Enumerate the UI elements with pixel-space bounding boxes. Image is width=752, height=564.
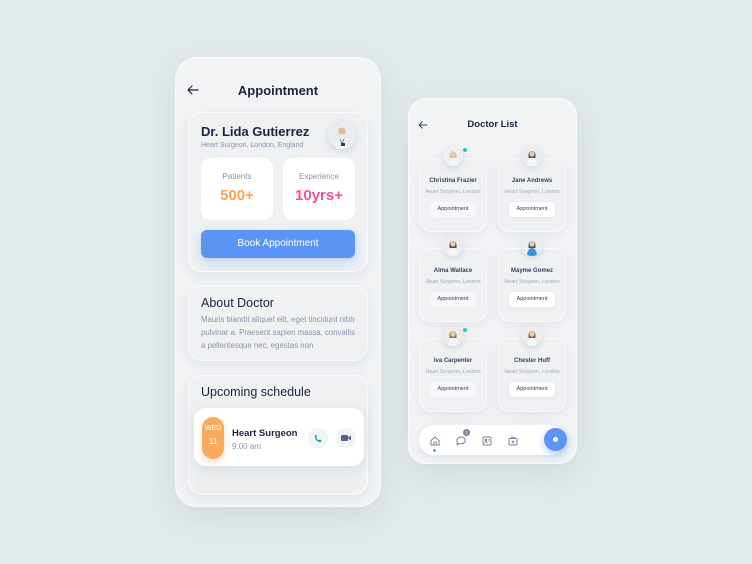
page-title: Doctor List [467, 119, 518, 130]
schedule-time: 9:00 am [232, 442, 261, 451]
doctor-name: Dr. Lida Gutierrez [201, 124, 310, 139]
doctor-subtitle: Heart Surgeon, London [504, 369, 560, 375]
doctor-avatar-icon [443, 236, 463, 256]
doctor-subtitle: Heart Surgeon, London [504, 189, 560, 195]
upcoming-schedule-card: Upcoming schedule WED 11 Heart Surgeon 9… [188, 375, 368, 495]
doctor-avatar-icon [328, 121, 356, 149]
appointment-button[interactable]: Appointment [509, 292, 555, 307]
date-badge: WED 11 [202, 417, 224, 459]
doctor-name: Mayme Gomez [510, 268, 553, 274]
doctor-subtitle: Heart Surgeon, London [504, 279, 560, 285]
doctor-name: Christina Frazier [429, 178, 477, 184]
add-floating-button[interactable] [544, 428, 567, 451]
home-nav-button[interactable] [429, 434, 441, 446]
stat-value: 10yrs+ [295, 187, 343, 204]
doctor-avatar [443, 236, 463, 256]
schedule-name: Heart Surgeon [232, 428, 298, 439]
patients-stat: Patients 500+ [201, 158, 273, 220]
doctor-name: Chester Huff [513, 358, 550, 364]
doctor-avatar-icon [443, 326, 463, 346]
appointment-button[interactable]: Appointment [430, 382, 476, 397]
chat-badge: 2 [463, 429, 470, 436]
contacts-icon [482, 436, 492, 446]
medical-kit-icon [508, 436, 518, 446]
appointment-button[interactable]: Appointment [509, 382, 555, 397]
page-title: Appointment [237, 83, 319, 98]
appointment-button[interactable]: Appointment [509, 202, 555, 217]
doctor-avatar [522, 236, 542, 256]
doctor-avatar [443, 326, 463, 346]
doctor-card[interactable]: Jane Andrews Heart Surgeon, London Appoint… [498, 146, 566, 232]
schedule-item[interactable]: WED 11 Heart Surgeon 9:00 am [194, 408, 364, 466]
book-appointment-button[interactable]: Book Appointment [201, 230, 355, 258]
doctor-card[interactable]: Christina Frazier Heart Surgeon, London Ap… [419, 146, 487, 232]
appointment-button[interactable]: Appointment [430, 202, 476, 217]
appointment-screen: Appointment Dr. Lida Gutierrez Heart Sur… [175, 57, 381, 507]
contacts-nav-button[interactable] [481, 434, 493, 446]
stat-value: 500+ [220, 187, 254, 204]
doctor-avatar [522, 146, 542, 166]
about-title: About Doctor [201, 296, 274, 310]
chat-icon [456, 436, 466, 446]
about-doctor-card: About Doctor Mauris blandit aliquet elit… [188, 285, 368, 361]
doctor-name: Alma Wallace [433, 268, 473, 274]
doctor-card[interactable]: Iva Carpenter Heart Surgeon, London Appoin… [419, 326, 487, 412]
phone-icon [314, 434, 322, 442]
schedule-title: Upcoming schedule [201, 385, 311, 399]
appointment-button[interactable]: Appointment [430, 292, 476, 307]
call-button[interactable] [308, 428, 328, 448]
doctor-subtitle: Heart Surgeon, London, England [201, 142, 304, 149]
doctor-card[interactable]: Alma Wallace Heart Surgeon, London Appoint… [419, 236, 487, 322]
stat-label: Patients [222, 172, 252, 181]
doctor-subtitle: Heart Surgeon, London [425, 369, 481, 375]
doctor-avatar [522, 326, 542, 346]
doctor-subtitle: Heart Surgeon, London [425, 279, 481, 285]
day-label: WED [204, 425, 222, 432]
doctor-list-screen: Doctor List Christina Frazier Heart Surge… [408, 98, 577, 464]
video-call-button[interactable] [336, 428, 356, 448]
home-icon [430, 436, 440, 446]
date-number: 11 [208, 437, 218, 446]
online-indicator [463, 328, 467, 332]
video-camera-icon [341, 435, 351, 441]
doctor-avatar [328, 121, 356, 149]
doctor-avatar-icon [522, 146, 542, 166]
doctor-name: Jane Andrews [511, 178, 553, 184]
doctor-avatar-icon [522, 326, 542, 346]
doctor-avatar [443, 146, 463, 166]
active-indicator [433, 449, 436, 452]
stat-label: Experience [298, 172, 340, 181]
about-text: Mauris blandit aliquet elit, eget tincid… [201, 315, 355, 350]
bottom-nav-bar: 2 [419, 425, 567, 455]
doctor-avatar-icon [443, 146, 463, 166]
doctor-name: Iva Carpenter [433, 358, 473, 364]
doctor-profile-card: Dr. Lida Gutierrez Heart Surgeon, London… [188, 112, 368, 272]
doctor-subtitle: Heart Surgeon, London [425, 189, 481, 195]
doctor-card[interactable]: Chester Huff Heart Surgeon, London Appoint… [498, 326, 566, 412]
medical-kit-nav-button[interactable] [507, 434, 519, 446]
doctor-card[interactable]: Mayme Gomez Heart Surgeon, London Appointm… [498, 236, 566, 322]
experience-stat: Experience 10yrs+ [283, 158, 355, 220]
doctor-avatar-icon [522, 236, 542, 256]
online-indicator [463, 148, 467, 152]
